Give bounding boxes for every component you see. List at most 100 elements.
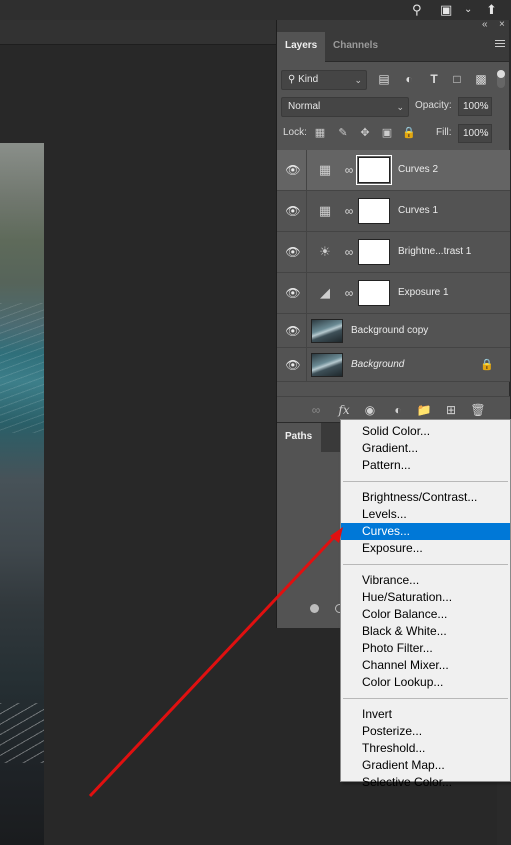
fill-label: Fill:	[436, 127, 452, 138]
layer-name[interactable]: Exposure 1	[398, 287, 449, 298]
layer-name[interactable]: Curves 2	[398, 164, 438, 175]
menu-item-exposure[interactable]: Exposure...	[341, 540, 510, 557]
layer-name[interactable]: Background	[351, 359, 404, 370]
eye-icon[interactable]: 👁	[283, 273, 303, 313]
menu-item-curves[interactable]: Curves...	[341, 523, 510, 540]
add-mask-icon[interactable]: ◉	[362, 402, 378, 418]
layers-tab-bar: Layers Channels	[277, 32, 509, 62]
tab-paths[interactable]: Paths	[277, 423, 321, 453]
eye-icon[interactable]: 👁	[283, 150, 303, 190]
folder-icon[interactable]: 📁	[416, 402, 432, 418]
fx-icon[interactable]: fx	[336, 402, 352, 418]
panel-menu-icon[interactable]	[495, 40, 505, 50]
layer-row[interactable]: 👁 Background copy	[277, 314, 510, 348]
tab-layers[interactable]: Layers	[277, 32, 326, 62]
menu-item-levels[interactable]: Levels...	[341, 506, 510, 523]
filter-kind-select[interactable]: ⚲ Kind ⌄	[281, 70, 367, 90]
layer-name[interactable]: Brightne...trast 1	[398, 246, 471, 257]
filter-row: ⚲ Kind ⌄ ▤ ◐ T □ ▩	[277, 66, 509, 93]
image-filter-icon[interactable]: ▤	[376, 71, 392, 87]
collapse-panel-icon[interactable]: «	[482, 19, 488, 30]
layer-row[interactable]: 👁 ▦ ∞ Curves 2	[277, 150, 510, 191]
menu-item-threshold[interactable]: Threshold...	[341, 740, 510, 757]
link-layers-icon[interactable]: ∞	[308, 402, 324, 418]
layer-row[interactable]: 👁 ◢ ∞ Exposure 1	[277, 273, 510, 314]
chevron-down-icon: ⌄	[482, 102, 489, 111]
menu-item-gradient-map[interactable]: Gradient Map...	[341, 757, 510, 774]
menu-item-gradient[interactable]: Gradient...	[341, 440, 510, 457]
link-icon[interactable]: ∞	[344, 285, 354, 301]
chevron-down-icon[interactable]: ⌄	[464, 1, 472, 19]
filter-kind-label: Kind	[298, 74, 319, 85]
curves-adjustment-icon: ▦	[318, 203, 332, 218]
menu-item-selective-color[interactable]: Selective Color...	[341, 774, 510, 791]
menu-item-pattern[interactable]: Pattern...	[341, 457, 510, 474]
layer-mask-thumbnail[interactable]	[358, 239, 390, 265]
close-panel-icon[interactable]: ×	[499, 19, 505, 30]
document-tab-bar	[0, 20, 276, 45]
lock-artboard-icon[interactable]: ▣	[380, 126, 394, 140]
chevron-down-icon: ⌄	[354, 75, 362, 85]
workspace-icon[interactable]: ▣	[440, 1, 452, 19]
shape-filter-icon[interactable]: □	[449, 71, 465, 87]
menu-item-color-balance[interactable]: Color Balance...	[341, 606, 510, 623]
layer-row[interactable]: 👁 ▦ ∞ Curves 1	[277, 191, 510, 232]
lock-all-icon[interactable]: 🔒	[402, 126, 416, 140]
document-image	[0, 143, 44, 845]
menu-item-channel-mixer[interactable]: Channel Mixer...	[341, 657, 510, 674]
opacity-input[interactable]: 100% ⌄	[458, 97, 492, 116]
layer-mask-thumbnail[interactable]	[358, 198, 390, 224]
eye-icon[interactable]: 👁	[283, 314, 303, 347]
tab-channels[interactable]: Channels	[325, 32, 386, 62]
smart-object-filter-icon[interactable]: ▩	[473, 71, 489, 87]
lock-row: Lock: ▦ ✎ ✥ ▣ 🔒 Fill: 100% ⌄	[277, 120, 509, 147]
menu-item-brightness-contrast[interactable]: Brightness/Contrast...	[341, 489, 510, 506]
brightness-adjustment-icon: ☀	[319, 244, 331, 259]
layer-row[interactable]: 👁 ☀ ∞ Brightne...trast 1	[277, 232, 510, 273]
eye-icon[interactable]: 👁	[283, 348, 303, 381]
trash-icon[interactable]: 🗑	[470, 402, 486, 418]
fill-input[interactable]: 100% ⌄	[458, 124, 492, 143]
menu-item-photo-filter[interactable]: Photo Filter...	[341, 640, 510, 657]
link-icon[interactable]: ∞	[344, 244, 354, 260]
menu-item-invert[interactable]: Invert	[341, 706, 510, 723]
layer-name[interactable]: Background copy	[351, 325, 428, 336]
menu-item-posterize[interactable]: Posterize...	[341, 723, 510, 740]
menu-separator	[343, 481, 508, 482]
app-top-bar: ⚲ ▣ ⌄ ⬆	[0, 0, 511, 20]
search-icon: ⚲	[288, 74, 299, 85]
lock-transparent-icon[interactable]: ▦	[313, 126, 327, 140]
menu-item-solid-color[interactable]: Solid Color...	[341, 423, 510, 440]
exposure-adjustment-icon: ◢	[320, 285, 330, 300]
lock-icon[interactable]: 🔒	[480, 358, 494, 371]
new-layer-icon[interactable]: ⊞	[443, 402, 459, 418]
panel-header: « ×	[277, 19, 509, 32]
search-icon[interactable]: ⚲	[412, 1, 422, 19]
menu-item-color-lookup[interactable]: Color Lookup...	[341, 674, 510, 691]
blend-mode-select[interactable]: Normal ⌄	[281, 97, 409, 117]
blend-row: Normal ⌄ Opacity: 100% ⌄	[277, 93, 509, 120]
lock-label: Lock:	[283, 127, 307, 138]
layer-row[interactable]: 👁 Background 🔒	[277, 348, 510, 382]
share-icon[interactable]: ⬆	[486, 1, 497, 19]
layer-name[interactable]: Curves 1	[398, 205, 438, 216]
eye-icon[interactable]: 👁	[283, 191, 303, 231]
lock-position-icon[interactable]: ✥	[358, 126, 372, 140]
adjustment-layer-icon[interactable]: ◐	[390, 402, 406, 418]
fill-path-icon[interactable]	[310, 604, 319, 613]
type-filter-icon[interactable]: T	[426, 71, 442, 87]
menu-separator	[343, 564, 508, 565]
link-icon[interactable]: ∞	[344, 162, 354, 178]
eye-icon[interactable]: 👁	[283, 232, 303, 272]
adjustment-filter-icon[interactable]: ◐	[401, 71, 417, 87]
layer-mask-thumbnail[interactable]	[358, 280, 390, 306]
filter-toggle[interactable]	[497, 70, 505, 88]
lock-image-icon[interactable]: ✎	[336, 126, 350, 140]
link-icon[interactable]: ∞	[344, 203, 354, 219]
menu-item-black-white[interactable]: Black & White...	[341, 623, 510, 640]
curves-adjustment-icon: ▦	[318, 162, 332, 177]
layer-mask-thumbnail[interactable]	[356, 155, 392, 185]
blend-mode-value: Normal	[288, 101, 321, 112]
menu-item-vibrance[interactable]: Vibrance...	[341, 572, 510, 589]
menu-item-hue-saturation[interactable]: Hue/Saturation...	[341, 589, 510, 606]
